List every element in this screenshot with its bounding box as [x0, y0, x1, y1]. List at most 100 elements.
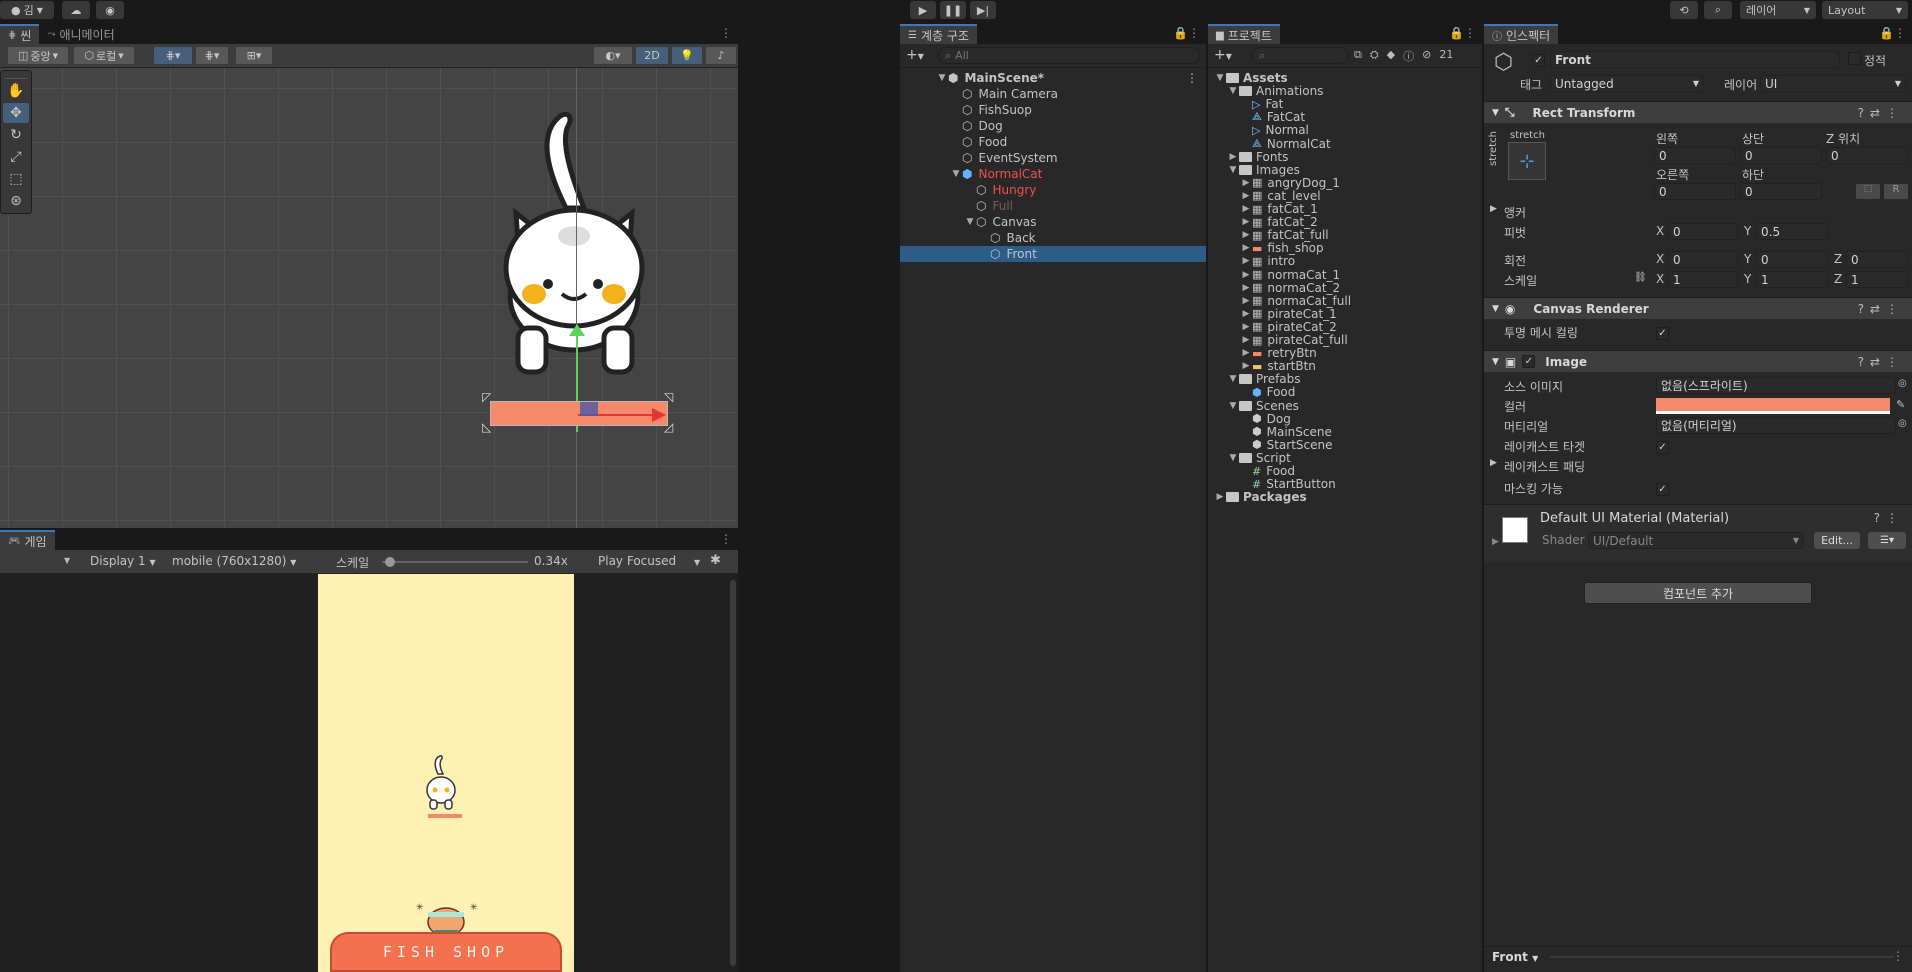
- eyedropper-icon[interactable]: ✎: [1896, 398, 1905, 411]
- transform-tool-button[interactable]: ⊛: [3, 191, 29, 211]
- rot-z-field[interactable]: 0: [1846, 251, 1908, 268]
- hierarchy-item[interactable]: ⬡ Full: [900, 198, 1206, 214]
- rect-handle-tr[interactable]: ◹: [664, 390, 673, 404]
- layout-dropdown[interactable]: Layout ▼: [1822, 1, 1908, 19]
- scale-y-field[interactable]: 1: [1756, 271, 1828, 288]
- tab-inspector[interactable]: ⓘ 인스펙터: [1484, 24, 1559, 44]
- game-scrollbar[interactable]: [730, 580, 736, 966]
- grid-snap-button[interactable]: ⋕▾: [154, 47, 192, 64]
- game-screen[interactable]: ✳ ✳ FISH SHOP: [318, 574, 574, 972]
- fold-arrow-icon[interactable]: ▶: [1490, 204, 1497, 214]
- rot-x-field[interactable]: 0: [1668, 251, 1738, 268]
- arrow-up-icon[interactable]: [569, 324, 585, 336]
- play-button[interactable]: ▶: [910, 1, 936, 19]
- pivot-x-field[interactable]: 0: [1668, 223, 1738, 240]
- lock-icon[interactable]: 🔒: [1879, 26, 1894, 40]
- fold-arrow-icon[interactable]: ▶: [1240, 335, 1252, 345]
- fold-arrow-icon[interactable]: ▶: [1240, 256, 1252, 266]
- raycast-target-checkbox[interactable]: ✓: [1656, 439, 1669, 454]
- fold-arrow-icon[interactable]: ▼: [1227, 453, 1239, 463]
- rect-handle-tl[interactable]: ◸: [482, 390, 491, 404]
- fold-arrow-icon[interactable]: ▶: [1240, 283, 1252, 293]
- panel-menu-icon[interactable]: ⋮: [1464, 26, 1476, 40]
- hidden-packages-icon[interactable]: ⊘: [1422, 48, 1431, 64]
- fold-arrow-icon[interactable]: ▼: [1227, 374, 1239, 384]
- tab-hierarchy[interactable]: ☰ 계층 구조: [900, 24, 977, 44]
- search-button[interactable]: ⌕: [1704, 1, 1732, 19]
- fold-arrow-icon[interactable]: ▼: [964, 217, 976, 227]
- scale-x-field[interactable]: 1: [1668, 271, 1738, 288]
- top-field[interactable]: 0: [1740, 147, 1822, 164]
- rect-handle-bl[interactable]: ◺: [482, 420, 491, 434]
- hierarchy-item[interactable]: ⬡ Front: [900, 246, 1206, 262]
- fold-arrow-icon[interactable]: ▶: [1240, 204, 1252, 214]
- static-checkbox[interactable]: [1848, 52, 1861, 68]
- create-asset-button[interactable]: +▼: [1214, 47, 1232, 63]
- hierarchy-search-input[interactable]: ⌕ All: [938, 47, 1200, 64]
- move-tool-button[interactable]: ✥: [3, 103, 29, 123]
- panel-menu-icon[interactable]: ⋮: [1894, 26, 1906, 40]
- fold-arrow-icon[interactable]: ▶: [1240, 361, 1252, 371]
- anchor-label[interactable]: 앵커: [1504, 204, 1526, 221]
- search-type-icon[interactable]: ⧉: [1354, 48, 1362, 64]
- fold-arrow-icon[interactable]: ▼: [1227, 401, 1239, 411]
- account-dropdown[interactable]: ● 김 ▼: [0, 1, 54, 19]
- lighting-toggle[interactable]: 💡: [672, 47, 702, 64]
- layers-dropdown[interactable]: 레이어 ▼: [1740, 1, 1816, 19]
- fold-arrow-icon[interactable]: ▶: [1240, 217, 1252, 227]
- fold-arrow-icon[interactable]: ▼: [936, 73, 948, 83]
- fold-arrow-icon[interactable]: ▶: [1240, 178, 1252, 188]
- move-gizmo-plane[interactable]: [580, 402, 598, 416]
- object-picker-icon[interactable]: ◎: [1898, 378, 1907, 389]
- step-button[interactable]: ▶|: [970, 1, 996, 19]
- scale-z-field[interactable]: 1: [1846, 271, 1908, 288]
- fold-arrow-icon[interactable]: ▶: [1492, 537, 1499, 547]
- increment-snap-button[interactable]: ⊞▾: [236, 47, 272, 64]
- shader-dropdown[interactable]: UI/Default ▼: [1588, 532, 1804, 549]
- lock-icon[interactable]: 🔒: [1173, 26, 1188, 40]
- project-search-input[interactable]: ⌕: [1252, 47, 1348, 64]
- rect-transform-header[interactable]: ▼ ⤡ Rect Transform ?⇄⋮: [1484, 101, 1912, 123]
- panel-menu-icon[interactable]: ⋮: [720, 532, 732, 546]
- maskable-checkbox[interactable]: ✓: [1656, 481, 1669, 496]
- fold-arrow-icon[interactable]: ▶: [1490, 458, 1497, 468]
- panel-menu-icon[interactable]: ⋮: [720, 26, 732, 40]
- space-dropdown[interactable]: ⬡ 로컬 ▼: [74, 47, 134, 64]
- bottom-field[interactable]: 0: [1740, 183, 1822, 200]
- material-preview[interactable]: [1502, 517, 1528, 543]
- fold-arrow-icon[interactable]: ▼: [1227, 165, 1239, 175]
- hierarchy-item[interactable]: ▼ ⬡ Canvas: [900, 214, 1206, 230]
- hand-tool-button[interactable]: ✋: [3, 81, 29, 101]
- rect-tool-button[interactable]: ⬚: [3, 169, 29, 189]
- add-object-button[interactable]: +▼: [906, 47, 924, 63]
- posz-field[interactable]: 0: [1826, 147, 1908, 164]
- filter-label-icon[interactable]: ◆: [1387, 48, 1395, 64]
- component-actions[interactable]: ?⋮: [1874, 511, 1904, 525]
- info-icon[interactable]: ⓘ: [1403, 48, 1414, 64]
- blueprint-button[interactable]: ⬚: [1856, 184, 1880, 199]
- cloud-button[interactable]: ☁: [62, 1, 90, 19]
- preview-selector[interactable]: Front ▼: [1492, 950, 1538, 964]
- source-image-field[interactable]: 없음(스프라이트): [1656, 377, 1896, 394]
- draw-mode-button[interactable]: ◐▾: [594, 47, 632, 64]
- component-actions[interactable]: ?⇄⋮: [1858, 302, 1904, 316]
- hierarchy-item[interactable]: ⬡ Main Camera: [900, 86, 1206, 102]
- fold-arrow-icon[interactable]: ▶: [1240, 296, 1252, 306]
- layer-dropdown[interactable]: UI ▼: [1760, 75, 1906, 92]
- pivot-dropdown[interactable]: ◫ 중앙 ▼: [8, 47, 68, 64]
- image-enabled-checkbox[interactable]: ✓: [1522, 355, 1536, 368]
- scale-tool-button[interactable]: ⤢: [3, 147, 29, 167]
- hierarchy-item[interactable]: ⬡ Food: [900, 134, 1206, 150]
- cull-checkbox[interactable]: ✓: [1656, 325, 1669, 340]
- color-swatch[interactable]: [1656, 398, 1890, 414]
- fold-arrow-icon[interactable]: ▶: [1240, 243, 1252, 253]
- rot-y-field[interactable]: 0: [1756, 251, 1828, 268]
- tab-game[interactable]: 🎮 게임: [0, 530, 55, 550]
- fold-arrow-icon[interactable]: ▶: [1240, 322, 1252, 332]
- audio-toggle[interactable]: ♪: [706, 47, 736, 64]
- panel-menu-icon[interactable]: ⋮: [1892, 949, 1904, 963]
- left-field[interactable]: 0: [1654, 147, 1736, 164]
- collab-button[interactable]: ◉: [96, 1, 124, 19]
- fold-arrow-icon[interactable]: ▶: [1227, 152, 1239, 162]
- fold-arrow-icon[interactable]: ▶: [1240, 348, 1252, 358]
